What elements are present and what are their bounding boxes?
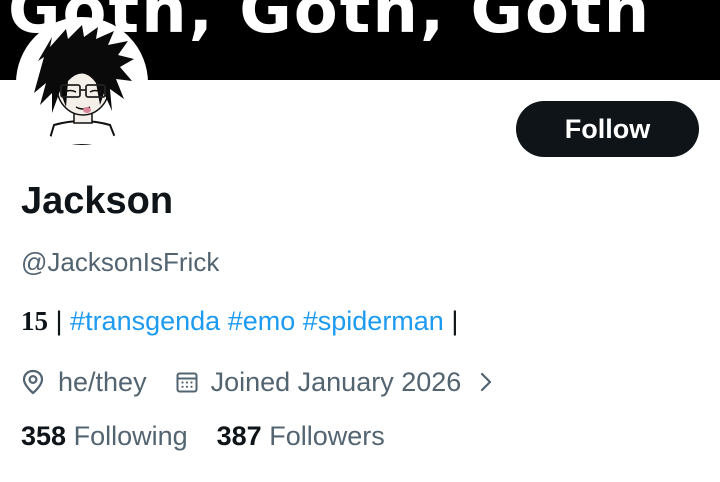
bio-trailing-separator: | [451, 306, 459, 336]
bio-age: 15 [21, 306, 48, 336]
joined-item: Joined January 2026 [175, 366, 462, 398]
avatar-drawing [20, 21, 144, 145]
followers-link[interactable]: 387 Followers [217, 421, 385, 452]
hashtag-link[interactable]: #emo [228, 306, 296, 336]
follow-stats: 358 Following 387 Followers [21, 421, 385, 452]
profile-meta: he/they Joined January 2026 [21, 362, 493, 402]
hashtag-link[interactable]: #transgenda [70, 306, 220, 336]
chevron-right-icon[interactable] [479, 370, 493, 394]
pronouns-item: he/they [21, 367, 147, 398]
followers-label: Followers [269, 421, 385, 451]
calendar-icon [175, 370, 199, 394]
following-count: 358 [21, 421, 67, 451]
follow-button[interactable]: Follow [516, 101, 699, 157]
followers-count: 387 [216, 421, 262, 451]
display-name: Jackson [21, 180, 174, 222]
location-pin-icon [21, 369, 45, 395]
pronouns-text: he/they [58, 366, 147, 397]
avatar[interactable] [16, 17, 148, 149]
bio-separator: | [55, 306, 63, 336]
hashtag-link[interactable]: #spiderman [303, 306, 444, 336]
joined-date-text: Joined January 2026 [210, 366, 462, 397]
bio: 15 | #transgenda #emo #spiderman | [21, 303, 458, 339]
user-handle: @JacksonIsFrick [21, 247, 220, 277]
following-label: Following [73, 421, 188, 451]
following-link[interactable]: 358 Following [21, 421, 188, 452]
